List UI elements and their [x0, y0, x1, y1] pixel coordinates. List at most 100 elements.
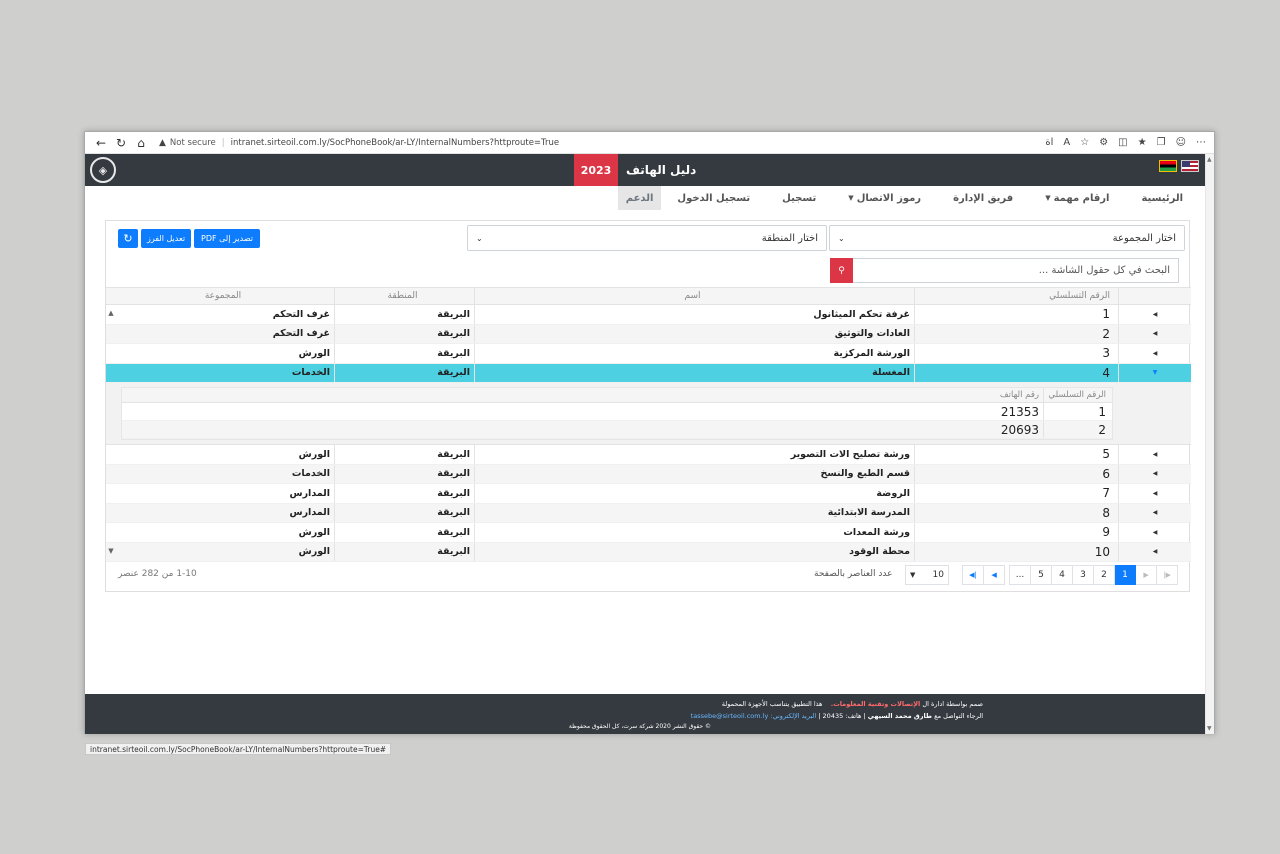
language-switch	[1159, 160, 1199, 172]
menu-item-support[interactable]: الدعم	[617, 186, 662, 210]
page-button[interactable]: 1	[1114, 565, 1136, 585]
next-page-icon[interactable]: ◀	[983, 565, 1005, 585]
menu-item-home[interactable]: الرئيسية	[1125, 186, 1199, 210]
subgrid-column-phone[interactable]: رقم الهاتف	[120, 388, 1044, 402]
url-text[interactable]: intranet.sirteoil.com.ly/SocPhoneBook/ar…	[231, 138, 559, 148]
split-screen-icon[interactable]: ◫	[1118, 137, 1127, 148]
table-row[interactable]: ◀ 8 المدرسة الابتدائية البريقة المدارس	[106, 503, 1191, 523]
browser-actions: اة A ☆ ⚙ ◫ ★ ❐ ☺ ⋯	[1045, 137, 1206, 148]
page-button[interactable]: 5	[1030, 565, 1052, 585]
search-placeholder: البحث في كل حقول الشاشة ...	[1038, 265, 1170, 276]
search-input[interactable]: البحث في كل حقول الشاشة ...	[851, 258, 1179, 283]
menu-item-login[interactable]: تسجيل الدخول	[661, 186, 766, 210]
prev-page-icon[interactable]: ▶	[1135, 565, 1157, 585]
row-detail: الرقم التسلسلي رقم الهاتف 1 21353 2 2069…	[106, 383, 1191, 445]
subgrid-column-serial[interactable]: الرقم التسلسلي	[1044, 388, 1112, 402]
table-row[interactable]: ◀ 10 محطة الوقود البريقة الورش ▼	[106, 542, 1191, 562]
menu-item-management-team[interactable]: فريق الإدارة	[937, 186, 1029, 210]
area-select[interactable]: اختار المنطقة ⌄	[467, 225, 827, 251]
last-page-icon[interactable]: |◀	[962, 565, 984, 585]
company-logo[interactable]: ◈	[90, 157, 116, 183]
status-bar: intranet.sirteoil.com.ly/SocPhoneBook/ar…	[85, 743, 392, 755]
name-cell: قسم الطبع والنسخ	[475, 464, 915, 483]
search-button[interactable]: ⚲	[830, 258, 853, 283]
more-icon[interactable]: ⋯	[1196, 137, 1206, 148]
page-button[interactable]: 2	[1093, 565, 1115, 585]
reader-icon[interactable]: اة	[1045, 137, 1053, 148]
export-pdf-button[interactable]: تصدير إلى PDF	[194, 229, 260, 248]
menu-label: تسجيل	[782, 192, 817, 204]
page-button[interactable]: 3	[1072, 565, 1094, 585]
libya-flag-icon[interactable]	[1159, 160, 1177, 172]
expand-icon[interactable]: ◀	[1119, 344, 1191, 363]
refresh-icon[interactable]: ↻	[111, 136, 131, 150]
expand-icon[interactable]: ◀	[1119, 445, 1191, 464]
phone-number-cell: 21353	[120, 403, 1044, 420]
footer-copyright: © حقوق النشر 2020 شركة سرت، كل الحقوق مح…	[568, 723, 711, 730]
favorite-star-icon[interactable]: ☆	[1080, 137, 1089, 148]
table-row[interactable]: ◀ 5 ورشة تصليح الات التصوير البريقة الور…	[106, 445, 1191, 465]
footer-email-link[interactable]: tassebe@sirteoil.com.ly	[691, 712, 769, 720]
name-cell: الروضة	[475, 484, 915, 503]
expand-icon[interactable]: ◀	[1119, 504, 1191, 523]
brand-title[interactable]: دليل الهاتف	[618, 154, 704, 186]
page-size-select[interactable]: 10 ▼	[905, 565, 949, 585]
area-cell: البريقة	[335, 445, 475, 464]
refresh-button[interactable]: ↻	[118, 229, 138, 248]
group-cell: الورش	[116, 523, 335, 542]
favorites-icon[interactable]: ★	[1138, 137, 1147, 148]
scroll-down-icon[interactable]: ▼	[106, 547, 116, 555]
footer-text: الرجاء التواصل مع	[934, 712, 983, 720]
us-flag-icon[interactable]	[1181, 160, 1199, 172]
phone-row[interactable]: 2 20693	[122, 421, 1112, 439]
back-icon[interactable]: ←	[91, 136, 111, 150]
chevron-down-icon: ⌄	[476, 233, 483, 243]
page-button[interactable]: 4	[1051, 565, 1073, 585]
table-row[interactable]: ◀ 3 الورشة المركزية البريقة الورش	[106, 344, 1191, 364]
group-select[interactable]: اختار المجموعة ⌄	[829, 225, 1185, 251]
refresh-icon: ↻	[123, 232, 133, 245]
collections-icon[interactable]: ❐	[1157, 137, 1166, 148]
phone-row[interactable]: 1 21353	[122, 403, 1112, 421]
page-ellipsis-button[interactable]: ...	[1009, 565, 1031, 585]
table-row[interactable]: ◀ 9 ورشة المعدات البريقة الورش	[106, 523, 1191, 543]
expand-icon[interactable]: ◀	[1119, 484, 1191, 503]
expand-column-header	[1119, 288, 1191, 304]
menu-item-important-numbers[interactable]: ارقام مهمة ▼	[1029, 186, 1125, 210]
table-row[interactable]: ◀ 2 العادات والتوثيق البريقة غرف التحكم	[106, 324, 1191, 344]
edit-sort-button[interactable]: تعديل الفرز	[141, 229, 191, 248]
extensions-icon[interactable]: ⚙	[1099, 137, 1108, 148]
expand-icon[interactable]: ◀	[1119, 325, 1191, 344]
column-header-name[interactable]: اسم	[475, 288, 915, 304]
pager-info: 1-10 من 282 عنصر	[118, 569, 197, 579]
serial-cell: 1	[915, 305, 1119, 324]
first-page-icon[interactable]: ▶|	[1156, 565, 1178, 585]
group-cell: الورش	[116, 344, 335, 363]
menu-label: الرئيسية	[1141, 192, 1183, 204]
column-header-serial[interactable]: الرقم التسلسلي	[915, 288, 1119, 304]
expand-icon[interactable]: ◀	[1119, 523, 1191, 542]
expand-icon[interactable]: ◀	[1119, 543, 1191, 562]
column-header-group[interactable]: المجموعة	[116, 288, 335, 304]
column-header-area[interactable]: المنطقة	[335, 288, 475, 304]
table-row-selected[interactable]: ▼ 4 المغسلة البريقة الخدمات	[106, 363, 1191, 383]
address-bar[interactable]: ▲ Not secure | intranet.sirteoil.com.ly/…	[159, 135, 559, 151]
scroll-up-icon[interactable]: ▲	[106, 309, 116, 317]
expand-icon[interactable]: ◀	[1119, 465, 1191, 484]
scroll-down-icon[interactable]: ▼	[1207, 725, 1212, 732]
brand-year: 2023	[574, 154, 618, 186]
expand-icon[interactable]: ◀	[1119, 305, 1191, 324]
table-row[interactable]: ◀ 7 الروضة البريقة المدارس	[106, 484, 1191, 504]
collapse-icon[interactable]: ▼	[1119, 364, 1191, 383]
profile-icon[interactable]: ☺	[1176, 137, 1186, 148]
area-cell: البريقة	[335, 484, 475, 503]
name-cell: ورشة تصليح الات التصوير	[475, 445, 915, 464]
menu-item-dial-codes[interactable]: رموز الاتصال ▼	[832, 186, 937, 210]
home-icon[interactable]: ⌂	[131, 136, 151, 150]
table-row[interactable]: ◀ 1 غرفة تحكم الميثانول البريقة غرف التح…	[106, 305, 1191, 325]
table-row[interactable]: ◀ 6 قسم الطبع والنسخ البريقة الخدمات	[106, 464, 1191, 484]
read-aloud-icon[interactable]: A	[1063, 137, 1070, 148]
menu-item-register[interactable]: تسجيل	[766, 186, 832, 210]
page-scrollbar[interactable]: ▲ ▼	[1205, 154, 1214, 734]
scroll-up-icon[interactable]: ▲	[1207, 156, 1212, 163]
